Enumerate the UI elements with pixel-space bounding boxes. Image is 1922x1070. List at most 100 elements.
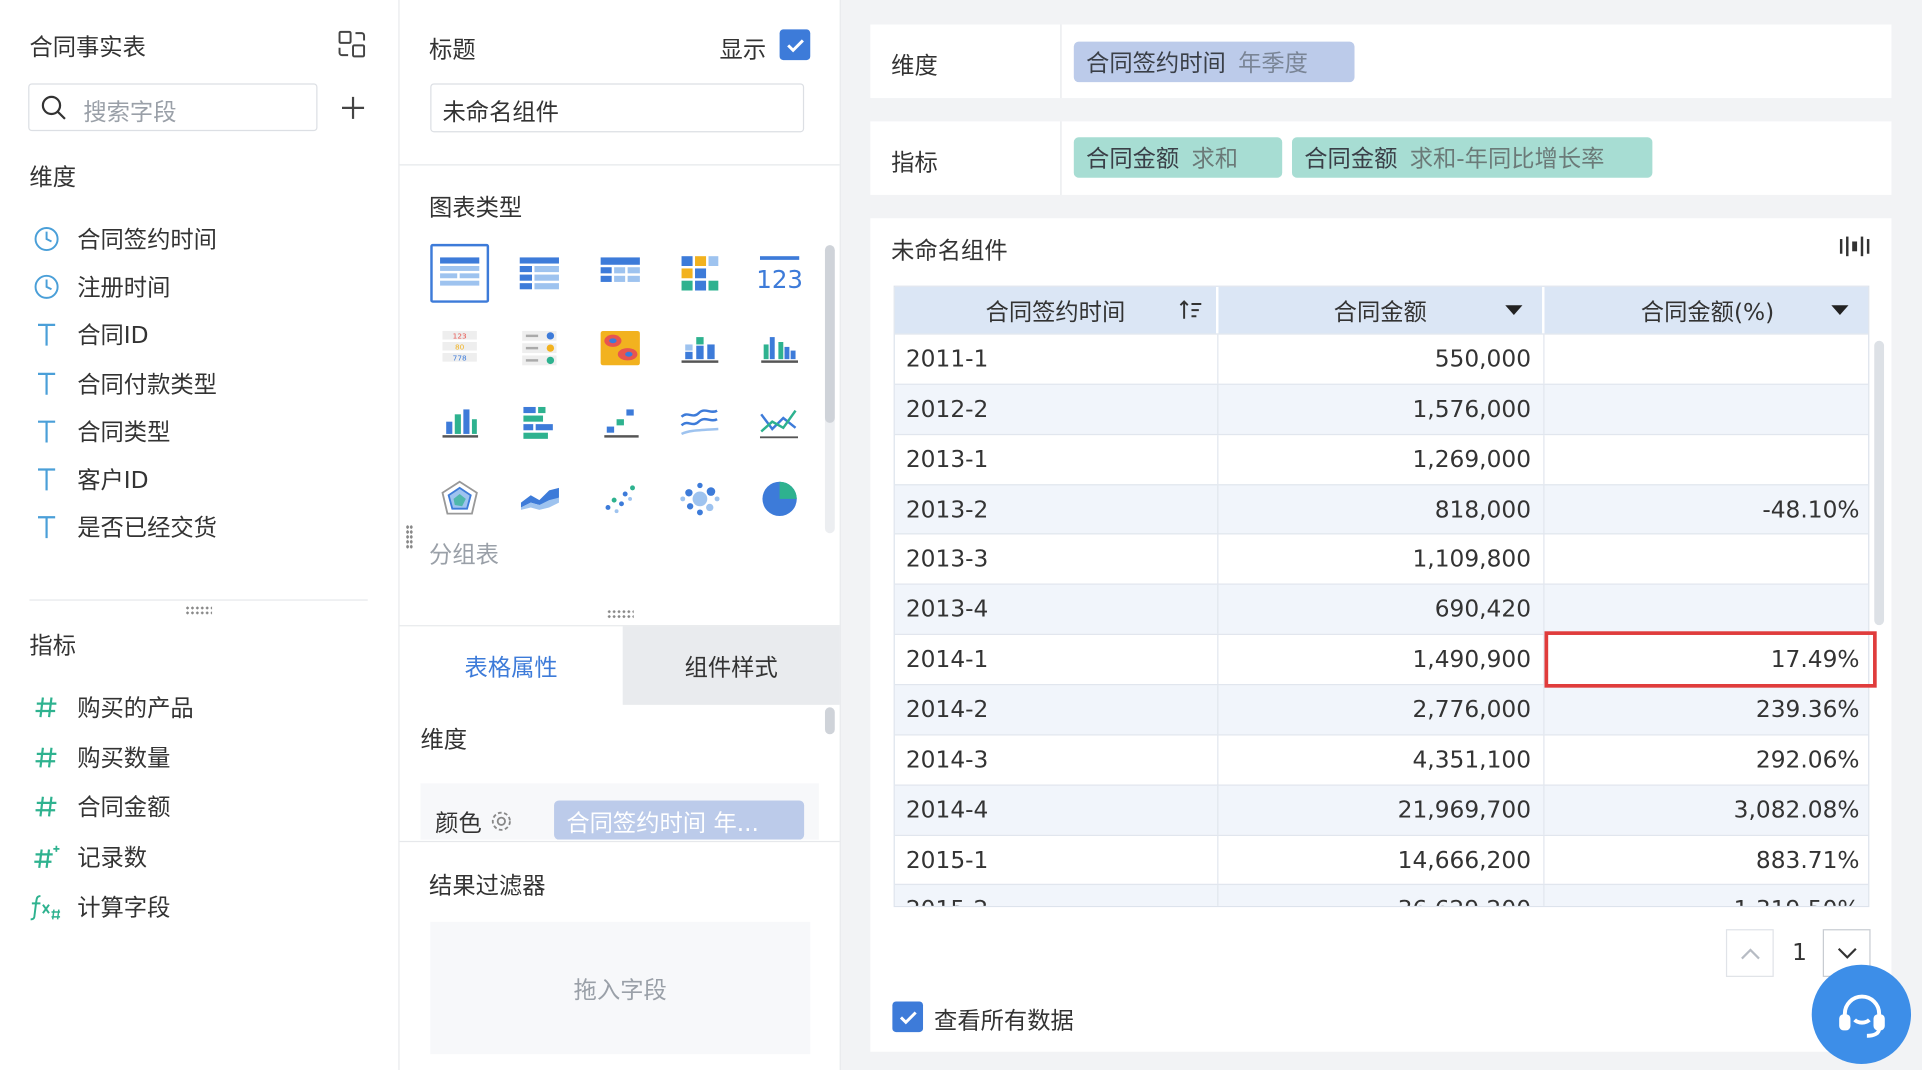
split-drag-handle[interactable] — [185, 605, 213, 616]
heatmap-icon[interactable] — [590, 319, 649, 378]
field-item[interactable]: 客户ID — [29, 460, 372, 499]
table-row: 2015-1 14,666,200 883.71% — [894, 834, 1869, 885]
cell-amount: 2,776,000 — [1218, 685, 1545, 735]
field-item[interactable]: 合同类型 — [29, 412, 372, 451]
table-scrollbar[interactable] — [1874, 340, 1885, 626]
config-split-handle[interactable] — [606, 609, 634, 620]
kpi-card-icon[interactable]: 123 80 778 — [430, 319, 489, 378]
cell-percent: -48.10% — [1762, 495, 1860, 523]
horizontal-bar-icon[interactable] — [510, 394, 569, 453]
config-panel — [399, 0, 841, 1070]
cell-date: 2015-1 — [895, 835, 1219, 885]
panel-resize-handle[interactable] — [405, 524, 414, 550]
page-number: 1 — [1792, 938, 1807, 966]
table-header: 合同签约时间 合同金额 合同金额(%) — [894, 286, 1869, 334]
dropdown-arrow-icon[interactable] — [1829, 302, 1851, 319]
cell-percent: 883.71% — [1755, 846, 1860, 874]
field-item[interactable]: 注册时间 — [29, 267, 372, 306]
scatter-icon[interactable] — [590, 469, 649, 528]
filter-section-divider — [399, 840, 840, 843]
chart-grid-scroll-thumb[interactable] — [824, 245, 835, 423]
color-field-value: 合同签约时间 年... — [566, 810, 759, 838]
search-input[interactable]: 搜索字段 — [83, 94, 176, 127]
line-icon[interactable] — [750, 394, 809, 453]
switch-dataset-icon[interactable] — [336, 28, 368, 60]
color-label: 颜色 — [435, 810, 482, 838]
properties-scrollbar[interactable] — [824, 707, 835, 735]
radar-icon[interactable] — [430, 469, 489, 528]
field-item-label: 是否已经交货 — [77, 515, 217, 543]
field-item-label: 合同付款类型 — [77, 370, 217, 398]
column-header-date[interactable]: 合同签约时间 — [895, 286, 1219, 334]
field-item-label: 计算字段 — [77, 894, 171, 922]
measure-heading: 指标 — [29, 632, 77, 660]
field-item[interactable]: 记录数 — [29, 837, 372, 876]
field-item[interactable]: 购买的产品 — [29, 688, 372, 727]
show-label: 显示 — [719, 36, 767, 64]
detail-table-icon[interactable] — [510, 244, 569, 303]
show-title-checkbox[interactable] — [779, 29, 811, 61]
headset-icon — [1838, 994, 1885, 1038]
result-filter-label: 结果过滤器 — [429, 872, 546, 900]
cell-date: 2014-4 — [895, 785, 1219, 835]
column-header-amount[interactable]: 合同金额 — [1218, 286, 1545, 334]
sort-icon[interactable] — [1177, 298, 1204, 323]
filter-drop-zone[interactable]: 拖入字段 — [430, 921, 811, 1055]
chart-settings-icon[interactable] — [1839, 233, 1871, 260]
color-table-icon[interactable] — [670, 244, 729, 303]
field-item[interactable]: 购买数量 — [29, 738, 372, 777]
config-section-divider — [399, 164, 840, 166]
tab-component-style[interactable]: 组件样式 — [622, 626, 840, 705]
bubble-icon[interactable] — [670, 469, 729, 528]
field-item[interactable]: 合同ID — [29, 316, 372, 355]
fx-icon — [29, 892, 63, 921]
pie-icon[interactable] — [750, 469, 809, 528]
panel-split-line — [29, 599, 368, 601]
cross-table-icon[interactable] — [590, 244, 649, 303]
indicator-card-icon[interactable] — [510, 319, 569, 378]
field-item[interactable]: 合同签约时间 — [29, 219, 372, 258]
cell-percent — [1545, 335, 1869, 384]
color-settings-icon[interactable] — [489, 809, 514, 834]
column-header-percent[interactable]: 合同金额(%) — [1545, 287, 1869, 334]
clock-icon — [29, 224, 63, 253]
text-type-icon — [29, 368, 63, 397]
title-input[interactable]: 未命名组件 — [430, 83, 805, 133]
multi-bar-icon[interactable] — [750, 319, 809, 378]
dropdown-arrow-icon[interactable] — [1503, 302, 1525, 319]
cell-amount: 14,666,200 — [1218, 835, 1545, 885]
stacked-bar-icon[interactable] — [670, 319, 729, 378]
dimension-tag[interactable]: 合同签约时间 年季度 — [1073, 41, 1355, 83]
column-icon[interactable] — [430, 394, 489, 453]
search-field-box[interactable]: 搜索字段 — [28, 83, 318, 132]
color-field-tag[interactable]: 合同签约时间 年... — [554, 800, 805, 840]
field-item[interactable]: 合同付款类型 — [29, 364, 372, 403]
field-item[interactable]: 计算字段 — [29, 887, 372, 926]
customer-service-button[interactable] — [1811, 964, 1912, 1064]
table-row: 2012-2 1,576,000 — [894, 383, 1869, 434]
multi-line-icon[interactable] — [670, 394, 729, 453]
text-type-icon — [29, 465, 63, 494]
view-all-label: 查看所有数据 — [934, 1007, 1074, 1035]
highlighted-cell-border — [1544, 631, 1877, 688]
scatter-step-icon[interactable] — [590, 394, 649, 453]
cell-percent: 3,082.08% — [1733, 796, 1860, 824]
measure-bar-label: 指标 — [891, 149, 938, 177]
cell-amount: 818,000 — [1218, 484, 1545, 534]
tab-table-properties[interactable]: 表格属性 — [399, 626, 623, 705]
field-item[interactable]: 是否已经交货 — [29, 508, 372, 547]
hash-icon — [29, 792, 63, 821]
field-item-label: 注册时间 — [77, 274, 171, 302]
area-icon[interactable] — [510, 469, 569, 528]
kpi-number-icon[interactable]: 123 — [750, 244, 809, 303]
measure-tag-yoy[interactable]: 合同金额 求和-年同比增长率 — [1291, 137, 1653, 178]
view-all-checkbox[interactable] — [892, 1001, 924, 1033]
add-field-icon[interactable] — [338, 93, 367, 122]
cell-amount: 1,109,800 — [1218, 534, 1545, 584]
field-item[interactable]: 合同金额 — [29, 787, 372, 826]
previous-page-button[interactable] — [1725, 929, 1774, 977]
measure-tag-sum[interactable]: 合同金额 求和 — [1073, 137, 1283, 178]
grouped-table-icon[interactable] — [430, 243, 490, 303]
svg-text:778: 778 — [453, 354, 467, 363]
title-input-value: 未命名组件 — [442, 99, 559, 127]
